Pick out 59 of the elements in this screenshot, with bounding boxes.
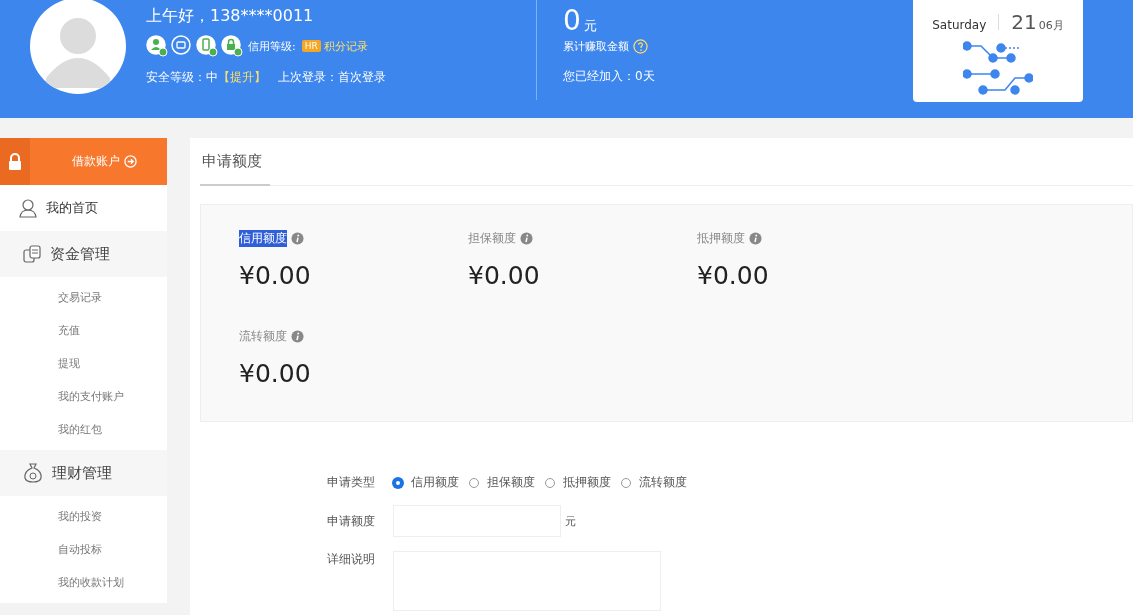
home-menu-item[interactable]: 我的首页 xyxy=(0,185,167,231)
submenu-item[interactable]: 我的支付账户 xyxy=(0,380,167,413)
mail-badge-icon[interactable] xyxy=(171,35,193,57)
day-number: 21 xyxy=(1011,10,1037,34)
circuit-icon xyxy=(963,40,1033,96)
radio-option[interactable]: 抵押额度 xyxy=(545,474,611,491)
arrow-circle-icon xyxy=(124,155,137,168)
info-icon[interactable] xyxy=(520,232,533,245)
month: 06月 xyxy=(1038,18,1064,33)
menu-label: 我的首页 xyxy=(46,199,98,217)
security-level: 安全等级：中 xyxy=(146,69,218,86)
cards-icon xyxy=(22,244,42,264)
loan-account-button[interactable]: 借款账户 xyxy=(0,138,167,185)
submenu-item[interactable]: 自动投标 xyxy=(0,533,167,566)
greeting: 上午好，138****0011 xyxy=(146,6,315,27)
user-icon xyxy=(18,198,38,218)
amount-unit: 元 xyxy=(583,18,597,33)
radio-option[interactable]: 信用额度 xyxy=(393,474,459,491)
credit-grade-badge: HR xyxy=(301,40,321,52)
submenu-item[interactable]: 我的红包 xyxy=(0,413,167,446)
form-label: 申请额度 xyxy=(327,512,376,530)
menu-label: 理财管理 xyxy=(52,463,112,483)
radio-option[interactable]: 担保额度 xyxy=(469,474,535,491)
quota-value: ¥0.00 xyxy=(239,359,312,388)
last-login: 上次登录：首次登录 xyxy=(278,69,386,86)
submenu-item[interactable]: 我的收款计划 xyxy=(0,566,167,599)
quota-label: 流转额度 xyxy=(239,328,287,345)
menu-label: 资金管理 xyxy=(50,244,110,264)
credit-level-label: 信用等级: xyxy=(248,38,296,54)
user-badge-icon[interactable] xyxy=(146,35,168,57)
info-icon[interactable] xyxy=(749,232,762,245)
submenu-item[interactable]: 交易记录 xyxy=(0,281,167,314)
money-bag-icon xyxy=(22,462,44,484)
submenu-item[interactable]: 我的投资 xyxy=(0,500,167,533)
submenu-item[interactable]: 充值 xyxy=(0,314,167,347)
phone-badge-icon[interactable] xyxy=(196,35,218,57)
quota-label: 信用额度 xyxy=(239,230,287,247)
quota-label: 抵押额度 xyxy=(697,230,745,247)
info-icon[interactable] xyxy=(291,330,304,343)
joined-days: 您已经加入：0天 xyxy=(563,68,913,85)
unit-label: 元 xyxy=(565,513,576,529)
points-record-link[interactable]: 积分记录 xyxy=(323,38,368,54)
help-icon[interactable] xyxy=(633,39,648,54)
quota-value: ¥0.00 xyxy=(697,261,770,290)
tab[interactable]: 申请额度 xyxy=(200,138,270,186)
weekday: Saturday xyxy=(932,18,987,32)
lock-icon xyxy=(7,152,23,171)
form-label: 详细说明 xyxy=(327,551,376,568)
upgrade-link[interactable]: 【提升】 xyxy=(218,69,266,86)
quota-label: 担保额度 xyxy=(468,230,516,247)
quota-value: ¥0.00 xyxy=(239,261,312,290)
info-icon[interactable] xyxy=(291,232,304,245)
form-label: 申请类型 xyxy=(327,474,376,491)
radio-option[interactable]: 流转额度 xyxy=(621,474,687,491)
earned-label: 累计赚取金额 xyxy=(563,39,629,54)
submenu-item[interactable]: 提现 xyxy=(0,347,167,380)
quota-value: ¥0.00 xyxy=(468,261,541,290)
earned-amount: 0 xyxy=(563,4,581,37)
lock-badge-icon[interactable] xyxy=(221,35,243,57)
